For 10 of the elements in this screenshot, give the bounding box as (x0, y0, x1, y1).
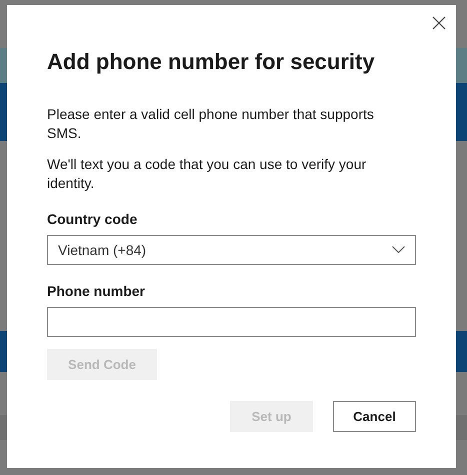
field-label: Phone number (47, 283, 146, 299)
instruction-text: Please enter a valid cell phone number that supports SMS. (47, 105, 375, 143)
dialog-title: Add phone number for security (47, 48, 376, 76)
field-label: Country code (47, 211, 138, 227)
dialog-button[interactable]: Cancel (333, 401, 416, 432)
instruction-text: We'll text you a code that you can use to verify your identity. (47, 155, 368, 193)
country-dropdown[interactable]: Vietnam (+84) (47, 235, 416, 265)
chevron-down-icon (392, 246, 405, 254)
phone-number-field[interactable] (47, 307, 416, 337)
close-icon[interactable] (432, 16, 446, 30)
